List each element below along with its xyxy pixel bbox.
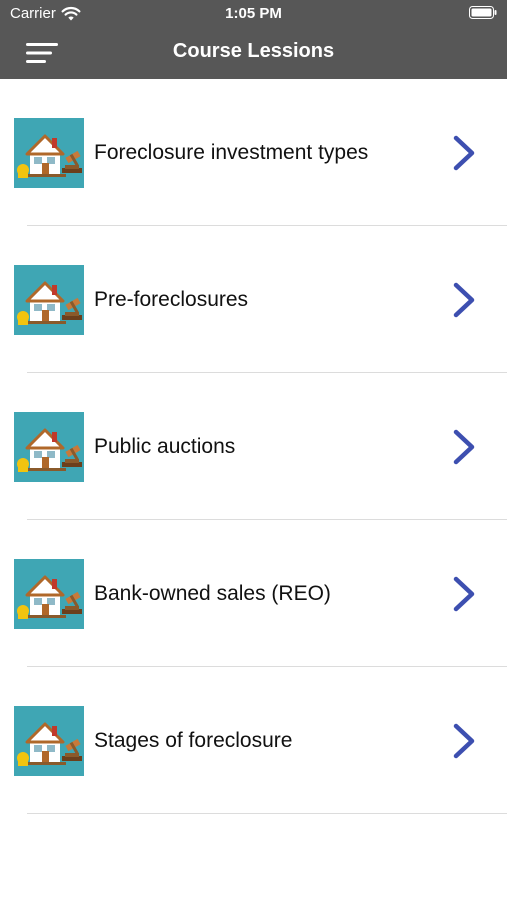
house-auction-icon xyxy=(14,118,84,188)
list-item-lesson-2[interactable]: Pre-foreclosures xyxy=(0,226,507,373)
house-auction-icon xyxy=(14,706,84,776)
lesson-list: Foreclosure investment types Pre-foreclo… xyxy=(0,79,507,814)
status-time: 1:05 PM xyxy=(225,5,282,22)
house-auction-icon xyxy=(14,412,84,482)
chevron-right-icon xyxy=(453,282,475,318)
house-auction-icon xyxy=(14,265,84,335)
chevron-right-icon xyxy=(453,723,475,759)
lesson-title: Pre-foreclosures xyxy=(94,288,249,311)
status-bar: Carrier 1:05 PM xyxy=(0,0,507,28)
chevron-right-icon xyxy=(453,576,475,612)
list-item-lesson-4[interactable]: Bank-owned sales (REO) xyxy=(0,520,507,667)
chevron-right-icon xyxy=(453,135,475,171)
list-item-lesson-3[interactable]: Public auctions xyxy=(0,373,507,520)
list-item-lesson-1[interactable]: Foreclosure investment types xyxy=(0,79,507,226)
lesson-title: Stages of foreclosure xyxy=(94,729,293,752)
navigation-bar: Course Lessions xyxy=(0,28,507,79)
lesson-title: Public auctions xyxy=(94,435,236,458)
lesson-title: Foreclosure investment types xyxy=(94,141,369,164)
top-bar: Carrier 1:05 PM Course Lessions xyxy=(0,0,507,79)
house-auction-icon xyxy=(14,559,84,629)
divider xyxy=(27,813,507,814)
page-title: Course Lessions xyxy=(172,40,335,62)
list-item-lesson-5[interactable]: Stages of foreclosure xyxy=(0,667,507,814)
battery-icon xyxy=(469,6,497,19)
app-screen: Carrier 1:05 PM Course Lessions Foreclos… xyxy=(0,0,507,900)
lesson-title: Bank-owned sales (REO) xyxy=(94,582,331,605)
chevron-right-icon xyxy=(453,429,475,465)
